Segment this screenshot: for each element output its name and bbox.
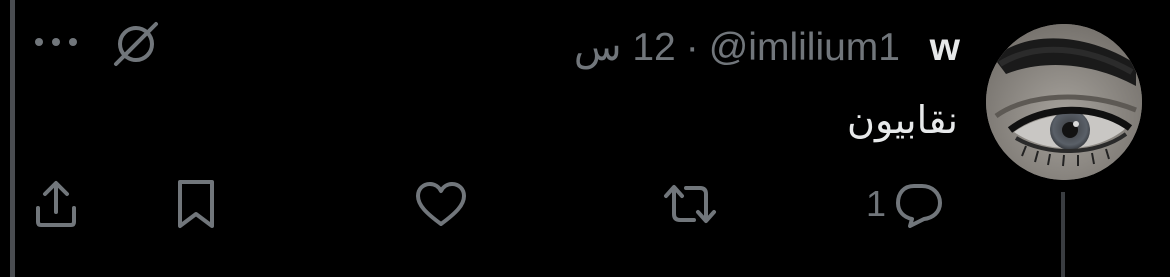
handle[interactable]: @imlilium1 [709,28,900,68]
thread-connector-line [1061,192,1065,277]
bookmark-button[interactable] [172,176,220,232]
tweet-text: نقابيون [847,98,958,142]
bookmark-icon [178,180,214,228]
retweet-button[interactable] [662,176,718,232]
display-name[interactable]: w [930,28,960,68]
hidden-slash-icon[interactable] [110,20,162,68]
retweet-arrows-icon [664,185,716,223]
tweet-meta: 12 س · @imlilium1 [574,28,900,68]
share-upload-icon [36,181,76,227]
avatar-eye-image [986,24,1142,180]
heart-icon [416,182,466,226]
thread-rail [10,0,15,277]
meta-separator: · [685,26,699,69]
timestamp[interactable]: 12 س [574,28,676,68]
like-button[interactable] [414,176,468,232]
share-button[interactable] [32,176,80,232]
reply-button[interactable]: 1 [866,176,944,232]
reply-count: 1 [866,183,887,224]
more-dots-icon[interactable] [33,32,79,52]
avatar[interactable] [986,24,1142,180]
speech-bubble-icon [896,184,943,228]
